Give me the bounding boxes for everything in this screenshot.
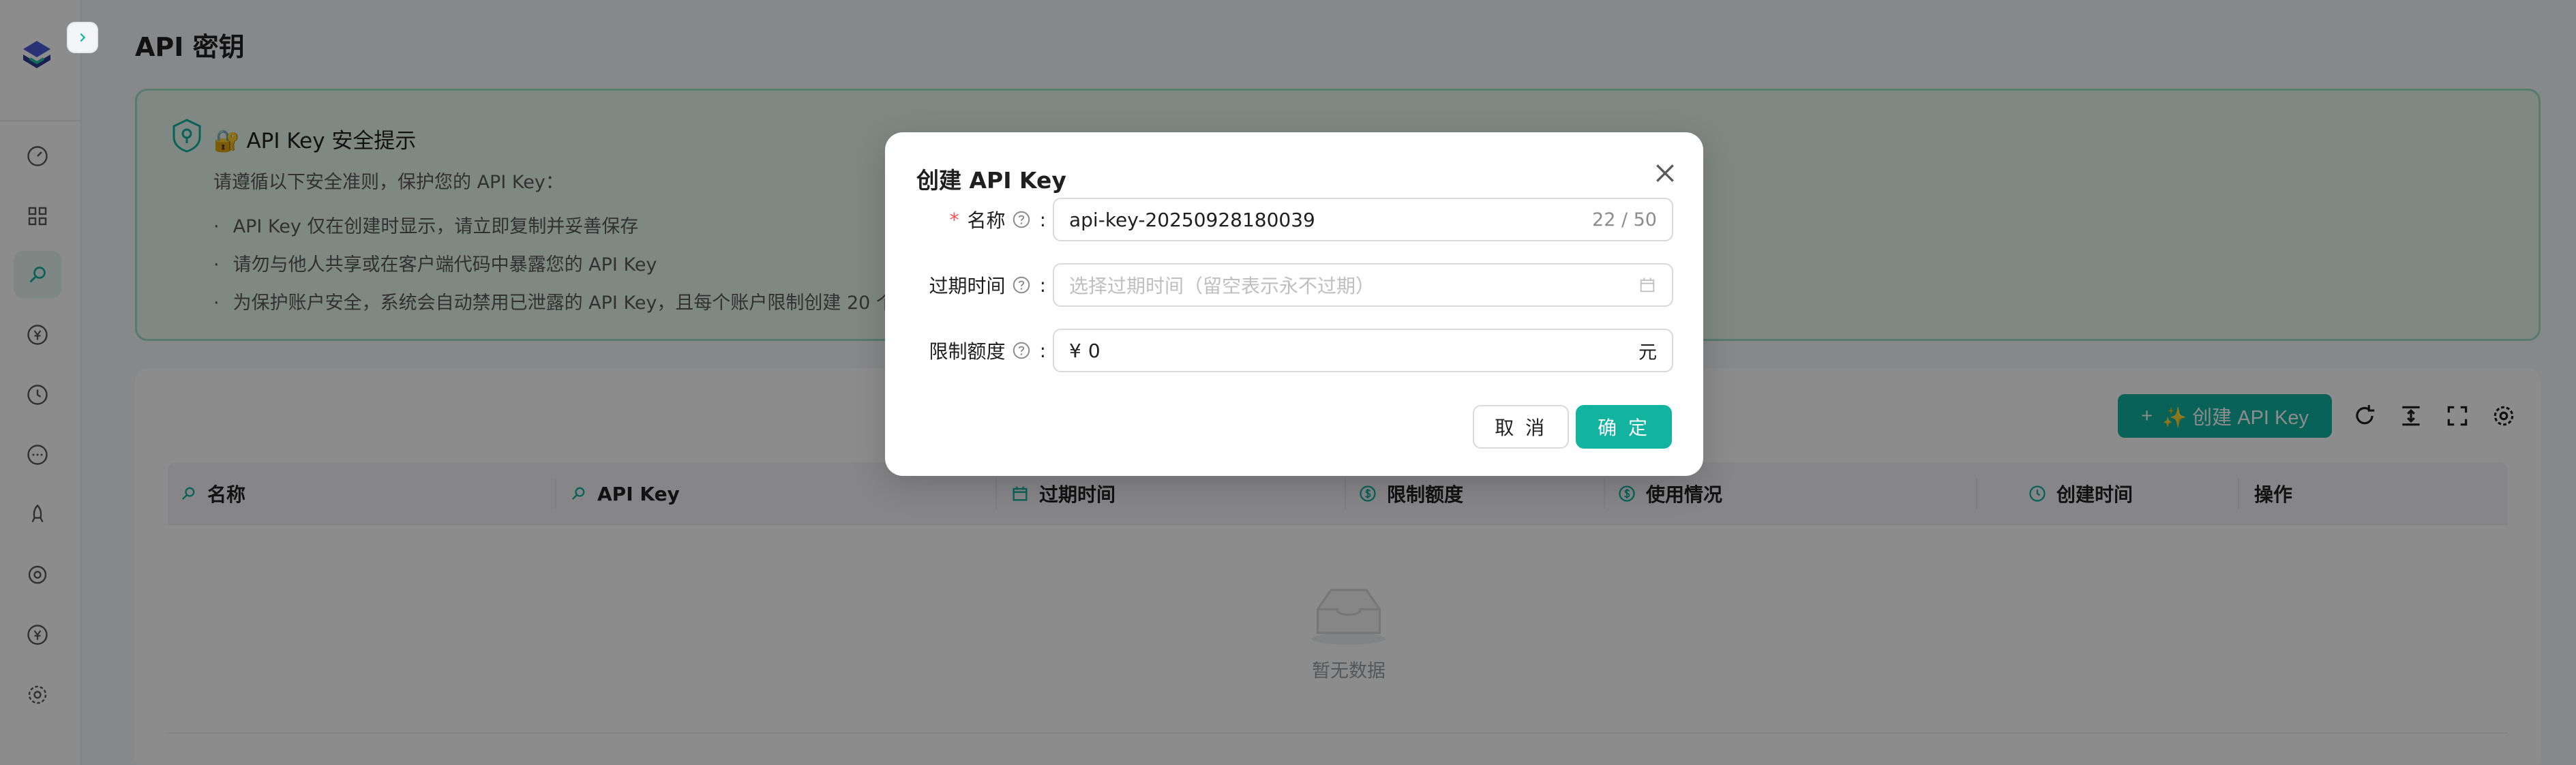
colon: : (1039, 208, 1046, 231)
colon: : (1039, 339, 1046, 362)
name-label: * 名称 : (916, 198, 1046, 241)
question-circle-icon[interactable] (1011, 340, 1032, 361)
name-input-value[interactable]: api-key-20250928180039 (1069, 209, 1592, 231)
quota-input-value[interactable]: 0 (1088, 340, 1638, 362)
currency-prefix: ¥ (1069, 339, 1081, 362)
cancel-button[interactable]: 取 消 (1473, 405, 1570, 449)
create-api-key-modal: 创建 API Key * 名称 : api-key-20250928180039… (885, 132, 1703, 476)
modal-close-button[interactable] (1651, 160, 1679, 187)
calendar-icon (1640, 278, 1655, 292)
name-char-counter: 22 / 50 (1592, 209, 1657, 230)
name-label-text: 名称 (967, 209, 1006, 232)
modal-title: 创建 API Key (916, 167, 1066, 194)
name-form-row: * 名称 : api-key-20250928180039 22 / 50 (916, 198, 1673, 241)
quota-form-row: 限制额度 : ¥ 0 元 (916, 329, 1673, 372)
confirm-button[interactable]: 确 定 (1576, 405, 1672, 449)
chevron-right-icon (80, 33, 86, 42)
expire-placeholder: 选择过期时间（留空表示永不过期） (1069, 275, 1375, 297)
name-input[interactable]: api-key-20250928180039 22 / 50 (1053, 198, 1673, 241)
expire-form-row: 过期时间 : 选择过期时间（留空表示永不过期） (916, 263, 1673, 307)
expire-date-picker[interactable]: 选择过期时间（留空表示永不过期） (1053, 263, 1673, 307)
colon: : (1039, 273, 1046, 297)
modal-footer: 取 消 确 定 (1473, 405, 1672, 449)
quota-label: 限制额度 : (916, 329, 1046, 372)
required-mark: * (949, 208, 959, 231)
quota-label-text: 限制额度 (929, 340, 1006, 363)
expire-label: 过期时间 : (916, 263, 1046, 307)
close-icon (1656, 164, 1674, 182)
question-circle-icon[interactable] (1011, 275, 1032, 295)
question-circle-icon[interactable] (1011, 209, 1032, 230)
sidebar-expand-button[interactable] (67, 22, 98, 53)
quota-input[interactable]: ¥ 0 元 (1053, 329, 1673, 372)
expire-label-text: 过期时间 (929, 275, 1006, 297)
currency-unit-suffix: 元 (1638, 342, 1657, 363)
